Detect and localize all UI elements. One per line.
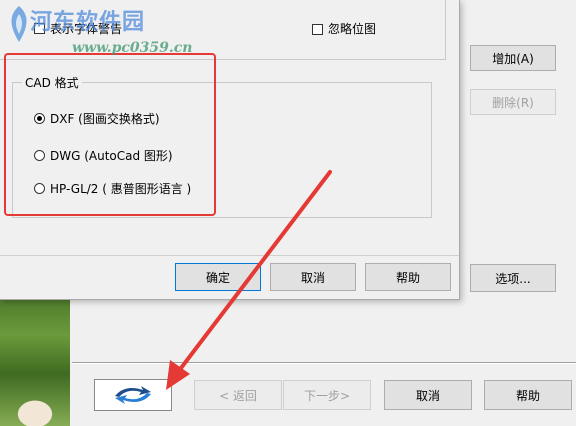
back-button[interactable]: < 返回 — [194, 380, 282, 410]
add-button[interactable]: 增加(A) — [470, 45, 556, 71]
wizard-side-image — [0, 296, 70, 426]
next-button[interactable]: 下一步> — [283, 380, 371, 410]
ignore-bitmap-label: 忽略位图 — [328, 22, 377, 36]
wizard-help-button[interactable]: 帮助 — [484, 380, 572, 410]
wizard-separator — [72, 362, 576, 364]
dialog-cancel-button[interactable]: 取消 — [270, 263, 356, 291]
remove-button[interactable]: 删除(R) — [470, 89, 556, 115]
wizard-logo — [94, 379, 172, 411]
highlight-rectangle — [4, 53, 216, 216]
dialog-separator — [0, 255, 459, 256]
ignore-bitmap-checkbox[interactable] — [312, 24, 323, 35]
dialog-help-button[interactable]: 帮助 — [365, 263, 451, 291]
watermark-text: 河东软件园 — [30, 9, 146, 35]
sync-logo-icon — [115, 386, 151, 404]
ok-button[interactable]: 确定 — [175, 263, 261, 291]
watermark-url: www.pc0359.cn — [72, 40, 193, 56]
wizard-cancel-button[interactable]: 取消 — [384, 380, 472, 410]
options-button[interactable]: 选项... — [470, 264, 556, 292]
